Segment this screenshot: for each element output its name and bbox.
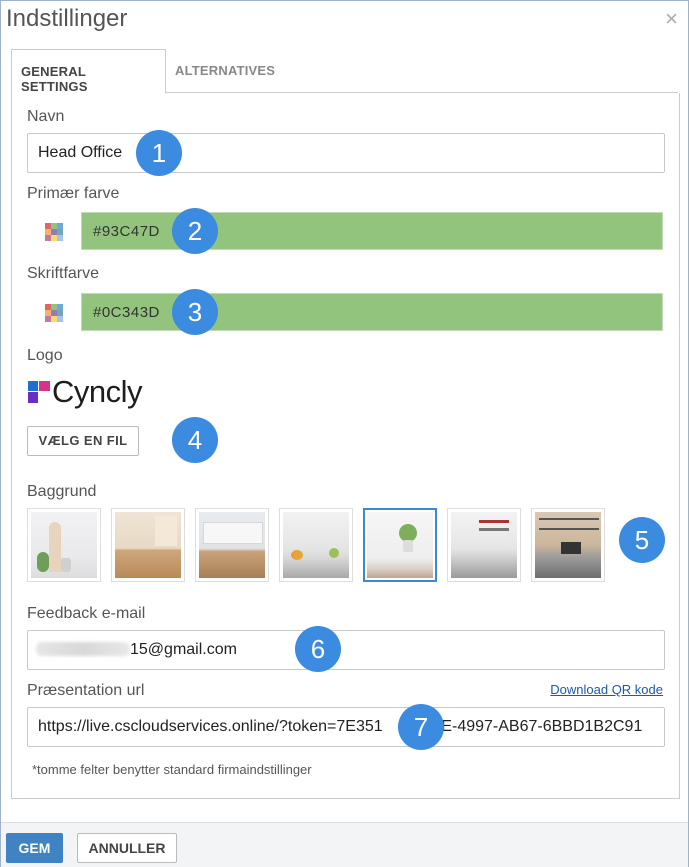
callout-badge: 1 <box>136 130 182 176</box>
color-picker-icon[interactable] <box>45 223 63 241</box>
background-thumbnail[interactable] <box>195 508 269 582</box>
color-picker-icon[interactable] <box>45 304 63 322</box>
choose-file-button[interactable]: VÆLG EN FIL <box>27 426 139 456</box>
settings-dialog: Indstillinger × GENERAL SETTINGS ALTERNA… <box>0 0 689 867</box>
presentation-url-tail: F9E-4997-AB67-6BBD1B2C91 <box>422 718 643 735</box>
background-thumbnail[interactable] <box>111 508 185 582</box>
presentation-url-label: Præsentation url <box>27 682 145 699</box>
feedback-email-value: 15@gmail.com <box>130 641 237 658</box>
brand-logo: Cyncly <box>28 374 143 409</box>
brand-logo-text: Cyncly <box>52 374 143 409</box>
tab-alternatives[interactable]: ALTERNATIVES <box>166 49 296 93</box>
font-color-label: Skriftfarve <box>27 265 100 282</box>
save-button[interactable]: GEM <box>6 833 63 863</box>
dialog-title: Indstillinger <box>6 5 128 32</box>
redacted-email-prefix <box>36 642 130 656</box>
background-thumbnail[interactable] <box>27 508 101 582</box>
close-icon[interactable]: × <box>665 8 678 30</box>
tab-bar: GENERAL SETTINGS ALTERNATIVES <box>11 49 678 94</box>
name-input[interactable]: Head Office <box>27 133 665 173</box>
background-thumbnail-selected[interactable] <box>363 508 437 582</box>
primary-color-label: Primær farve <box>27 185 120 202</box>
logo-label: Logo <box>27 347 63 364</box>
feedback-email-label: Feedback e-mail <box>27 605 146 622</box>
feedback-email-input[interactable]: 15@gmail.com <box>27 630 665 670</box>
callout-badge: 5 <box>619 517 665 563</box>
presentation-url-value: https://live.cscloudservices.online/?tok… <box>38 718 383 735</box>
background-thumbnail[interactable] <box>531 508 605 582</box>
font-color-input[interactable]: #0C343D <box>81 293 663 331</box>
cyncly-logo-icon <box>28 381 50 403</box>
hint-text: *tomme felter benytter standard firmaind… <box>32 762 312 777</box>
tab-general-settings[interactable]: GENERAL SETTINGS <box>11 49 166 94</box>
dialog-footer: GEM ANNULLER <box>1 822 688 867</box>
presentation-url-input[interactable]: https://live.cscloudservices.online/?tok… <box>27 707 665 747</box>
name-label: Navn <box>27 108 65 125</box>
background-thumbnail[interactable] <box>279 508 353 582</box>
callout-badge: 6 <box>295 626 341 672</box>
callout-badge: 7 <box>398 704 444 750</box>
cancel-button[interactable]: ANNULLER <box>77 833 177 863</box>
background-label: Baggrund <box>27 483 97 500</box>
background-thumbnail[interactable] <box>447 508 521 582</box>
callout-badge: 2 <box>172 208 218 254</box>
callout-badge: 4 <box>172 417 218 463</box>
download-qr-link[interactable]: Download QR kode <box>550 682 663 697</box>
primary-color-input[interactable]: #93C47D <box>81 212 663 250</box>
callout-badge: 3 <box>172 289 218 335</box>
